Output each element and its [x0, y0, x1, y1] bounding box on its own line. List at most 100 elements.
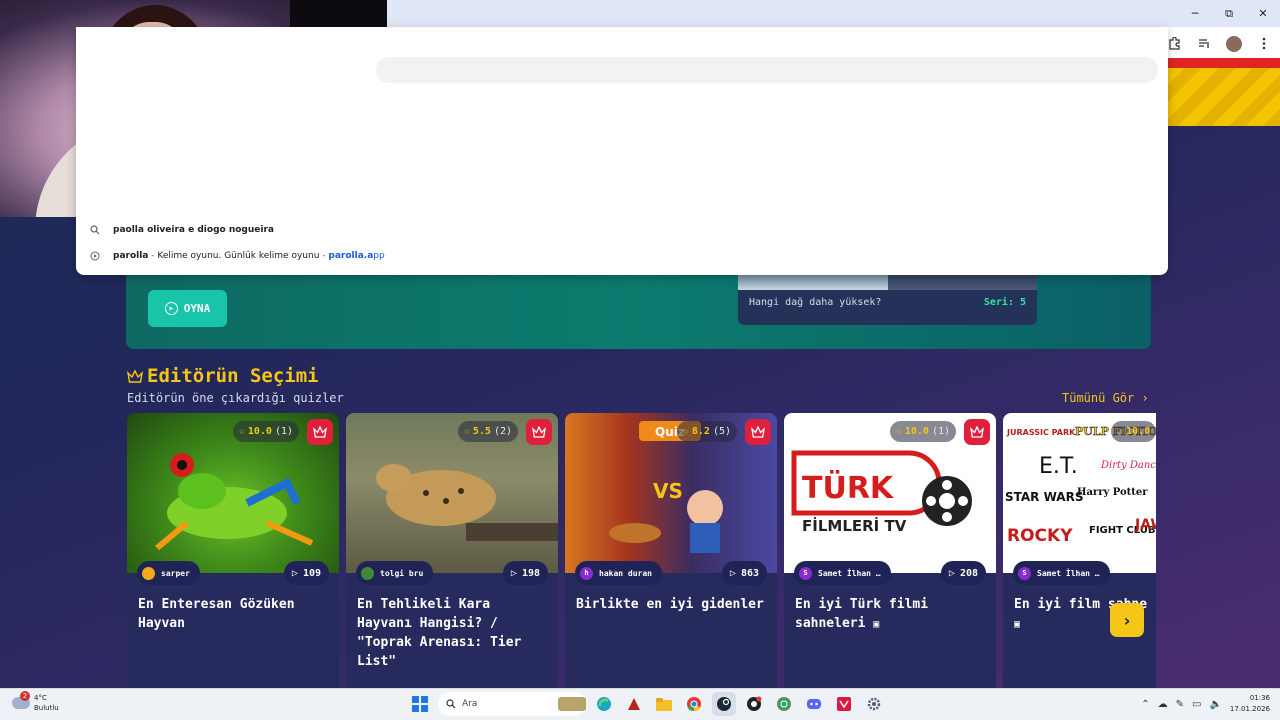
author-chip[interactable]: S Samet İlhan …	[1013, 561, 1110, 585]
hero-panel: ▶ OYNA Hangi dağ daha yüksek? Seri: 5	[126, 265, 1151, 349]
system-tray: ⌃ ☁ ✎ ▭ 🔈 01:36 17.01.2026	[1141, 693, 1270, 715]
rating-badge: ☆ 8.2 (5)	[676, 421, 737, 442]
omnibox-suggestion[interactable]: parolla - Kelime oyunu. Günlük kelime oy…	[76, 243, 1168, 269]
editor-pick-crown-button[interactable]	[307, 419, 333, 445]
play-count: ▷ 208	[940, 561, 986, 585]
quiz-card[interactable]: ☆ 10.0 (1) sarper ▷ 109 En Enteresan Göz…	[127, 413, 339, 688]
star-icon: ☆	[1117, 426, 1124, 437]
play-icon: ▶	[164, 302, 178, 315]
author-name: tolgi bru	[380, 568, 424, 578]
steam-icon[interactable]	[712, 692, 736, 716]
crown-icon	[532, 426, 546, 438]
film-title: ROCKY	[1007, 526, 1073, 546]
pen-icon[interactable]: ✎	[1176, 699, 1184, 710]
search-icon	[446, 699, 456, 709]
game-app-icon[interactable]	[622, 692, 646, 716]
star-icon: ☆	[895, 426, 902, 437]
author-name: sarper	[161, 568, 190, 578]
card-title[interactable]: En Enteresan Gözüken Hayvan	[138, 595, 333, 633]
omnibox-suggestion[interactable]: paolla oliveira e diogo nogueira	[76, 217, 1168, 243]
section-title-text: Editörün Seçimi	[147, 365, 319, 387]
editor-pick-crown-button[interactable]	[526, 419, 552, 445]
play-triangle-icon: ▷	[291, 567, 298, 579]
rating-value: 10.0	[904, 426, 929, 437]
app-red-icon[interactable]	[832, 692, 856, 716]
minimize-button[interactable]: ─	[1178, 0, 1212, 27]
suggestion-separator: -	[319, 251, 329, 261]
suggestion-title: parolla	[113, 251, 149, 261]
author-avatar: S	[799, 566, 812, 580]
rating-count: (1)	[931, 426, 950, 437]
carousel-next-button[interactable]: ›	[1110, 603, 1144, 637]
suggestion-url-bold: parolla.a	[328, 251, 374, 261]
rating-count: (1)	[274, 426, 293, 437]
author-chip[interactable]: h hakan duran	[575, 561, 662, 585]
weather-widget[interactable]: 2 4°C Bulutlu	[12, 691, 59, 713]
card-title[interactable]: En Tehlikeli Kara Hayvanı Hangisi? / "To…	[357, 595, 552, 671]
suggestion-description: Kelime oyunu. Günlük kelime oyunu	[157, 251, 320, 261]
clock-time: 01:36	[1249, 694, 1270, 702]
restore-button[interactable]: ⧉	[1212, 0, 1246, 27]
media-control-icon[interactable]	[1194, 33, 1214, 53]
file-explorer-icon[interactable]	[652, 692, 676, 716]
rating-badge: ☆ 10.0 (1)	[889, 421, 956, 442]
cloud-off-icon[interactable]: ☁	[1158, 699, 1168, 710]
rating-count: (2)	[493, 426, 512, 437]
taskbar-search[interactable]: Ara	[438, 692, 586, 716]
taskbar-apps: Ara	[408, 692, 886, 716]
play-triangle-icon: ▷	[729, 567, 736, 579]
star-icon: ☆	[682, 426, 689, 437]
monitor-icon[interactable]: ▭	[1192, 699, 1201, 710]
crown-icon	[127, 369, 143, 383]
film-title: E.T.	[1039, 454, 1078, 479]
quiz-card[interactable]: Quiz VS ☆ 8.2 (5) h hakan duran ▷ 863 Bi…	[565, 413, 777, 688]
quiz-card[interactable]: ☆ 5.5 (2) tolgi bru ▷ 198 En Tehlikeli K…	[346, 413, 558, 688]
kebab-menu-icon[interactable]	[1254, 33, 1274, 53]
author-name: hakan duran	[599, 568, 652, 578]
windows-start-icon[interactable]	[408, 692, 432, 716]
discord-icon[interactable]	[802, 692, 826, 716]
speaker-icon[interactable]: 🔈	[1209, 699, 1221, 710]
rating-badge: ☆ 10.0	[1111, 421, 1156, 442]
weather-temp: 4°C	[34, 694, 47, 702]
play-button[interactable]: ▶ OYNA	[148, 290, 227, 327]
play-count-value: 863	[740, 567, 759, 579]
chevron-up-icon[interactable]: ⌃	[1141, 699, 1149, 710]
author-name: Samet İlhan …	[1037, 568, 1100, 578]
profile-avatar[interactable]	[1224, 33, 1244, 53]
settings-gear-icon[interactable]	[862, 692, 886, 716]
chrome-icon[interactable]	[682, 692, 706, 716]
author-chip[interactable]: S Samet İlhan …	[794, 561, 891, 585]
editor-pick-crown-button[interactable]	[964, 419, 990, 445]
play-count-value: 109	[302, 567, 321, 579]
hero-question: Hangi dağ daha yüksek?	[749, 297, 882, 308]
author-chip[interactable]: sarper	[137, 561, 200, 585]
obs-icon[interactable]	[742, 692, 766, 716]
weather-desc: Bulutlu	[34, 704, 59, 712]
edge-icon[interactable]	[592, 692, 616, 716]
author-avatar	[142, 566, 155, 580]
author-chip[interactable]: tolgi bru	[356, 561, 434, 585]
card-title[interactable]: Birlikte en iyi gidenler	[576, 595, 771, 614]
film-title: JAWS	[1134, 517, 1156, 533]
film-title: STAR WARS	[1005, 490, 1083, 504]
clock-date: 17.01.2026	[1229, 705, 1270, 713]
card-title[interactable]: En iyi Türk filmi sahneleri ▣	[795, 595, 990, 634]
see-all-link[interactable]: Tümünü Gör ›	[1062, 391, 1149, 405]
chrome-profile-icon[interactable]	[772, 692, 796, 716]
section-title: Editörün Seçimi	[127, 365, 319, 387]
play-count: ▷ 198	[502, 561, 548, 585]
star-icon: ☆	[238, 426, 245, 437]
play-triangle-icon: ▷	[510, 567, 517, 579]
video-icon: ▣	[873, 619, 880, 630]
rating-count: (5)	[712, 426, 731, 437]
clock[interactable]: 01:36 17.01.2026	[1230, 693, 1270, 715]
author-avatar: S	[1018, 566, 1031, 580]
star-icon: ☆	[463, 426, 470, 437]
play-count: ▷ 863	[721, 561, 767, 585]
quiz-card[interactable]: TÜRK FİLMLERİ TV ☆ 10.0 (1) S Samet İlha…	[784, 413, 996, 688]
quiz-card[interactable]: JURASSIC PARK PULP FICTION E.T. Dirty Da…	[1003, 413, 1156, 688]
editor-pick-crown-button[interactable]	[745, 419, 771, 445]
omnibox-input[interactable]	[376, 57, 1158, 83]
close-button[interactable]: ✕	[1246, 0, 1280, 27]
